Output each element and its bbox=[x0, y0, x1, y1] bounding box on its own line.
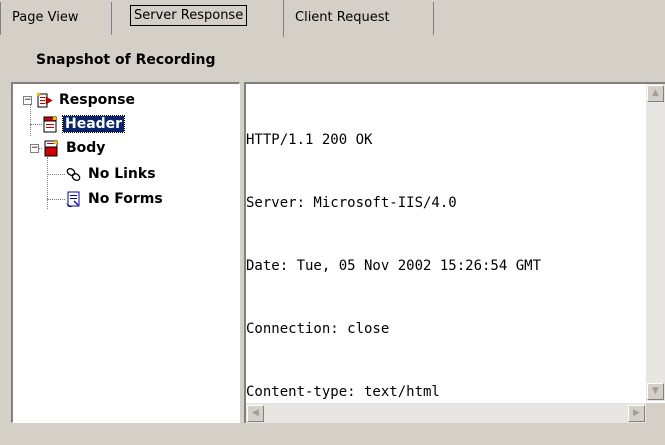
response-line: HTTP/1.1 200 OK bbox=[246, 132, 373, 148]
scroll-down-arrow-icon[interactable]: ▼ bbox=[647, 383, 664, 400]
response-line: Connection: close bbox=[246, 321, 390, 337]
vertical-scrollbar[interactable]: ▲ ▼ bbox=[646, 84, 665, 401]
response-line: Date: Tue, 05 Nov 2002 15:26:54 GMT bbox=[246, 258, 542, 274]
response-line: Content-type: text/html bbox=[246, 384, 440, 400]
response-icon bbox=[36, 92, 53, 109]
tab-client-request[interactable]: Client Request bbox=[284, 2, 434, 35]
horizontal-scrollbar[interactable]: ◀ ▶ bbox=[246, 403, 646, 423]
tree-connector bbox=[30, 124, 42, 125]
forms-icon bbox=[65, 191, 82, 208]
tab-server-response-label: Server Response bbox=[130, 5, 248, 26]
tree-label-no-forms: No Forms bbox=[88, 191, 163, 207]
scroll-right-arrow-icon[interactable]: ▶ bbox=[628, 405, 645, 422]
scrollbar-corner bbox=[646, 403, 665, 423]
tree-connector bbox=[47, 157, 48, 209]
links-icon bbox=[65, 166, 82, 183]
tree-panel[interactable]: − Response Header − Body No Links No For… bbox=[11, 82, 240, 423]
scroll-left-arrow-icon[interactable]: ◀ bbox=[247, 405, 264, 422]
tab-bar: Page View Server Response Client Request bbox=[0, 0, 665, 40]
tree-node-response[interactable]: − Response bbox=[23, 90, 137, 110]
response-line: Server: Microsoft-IIS/4.0 bbox=[246, 195, 457, 211]
tree-node-body[interactable]: − Body bbox=[23, 138, 107, 158]
page-red-icon bbox=[42, 116, 59, 133]
tree-label-body: Body bbox=[66, 140, 106, 156]
tab-server-response[interactable]: Server Response bbox=[124, 0, 284, 37]
tree-label-header: Header bbox=[61, 115, 126, 133]
tree-node-header[interactable]: Header bbox=[42, 114, 126, 134]
tab-client-request-label: Client Request bbox=[295, 10, 390, 25]
tree-connector bbox=[47, 174, 65, 175]
tree-node-no-links[interactable]: No Links bbox=[65, 164, 158, 184]
tree-connector bbox=[47, 199, 65, 200]
tab-page-view-label: Page View bbox=[12, 10, 79, 25]
collapse-icon[interactable]: − bbox=[23, 95, 32, 105]
tree-label-no-links: No Links bbox=[88, 166, 156, 182]
section-title: Snapshot of Recording bbox=[36, 52, 216, 68]
scroll-up-arrow-icon[interactable]: ▲ bbox=[647, 85, 664, 102]
tree-label-response: Response bbox=[59, 92, 136, 108]
collapse-icon[interactable]: − bbox=[30, 143, 39, 153]
response-text: HTTP/1.1 200 OK Server: Microsoft-IIS/4.… bbox=[246, 88, 646, 445]
tab-page-view[interactable]: Page View bbox=[0, 2, 112, 35]
response-panel[interactable]: HTTP/1.1 200 OK Server: Microsoft-IIS/4.… bbox=[244, 82, 665, 423]
page-red-icon bbox=[43, 140, 60, 157]
tree-node-no-forms[interactable]: No Forms bbox=[65, 189, 165, 209]
